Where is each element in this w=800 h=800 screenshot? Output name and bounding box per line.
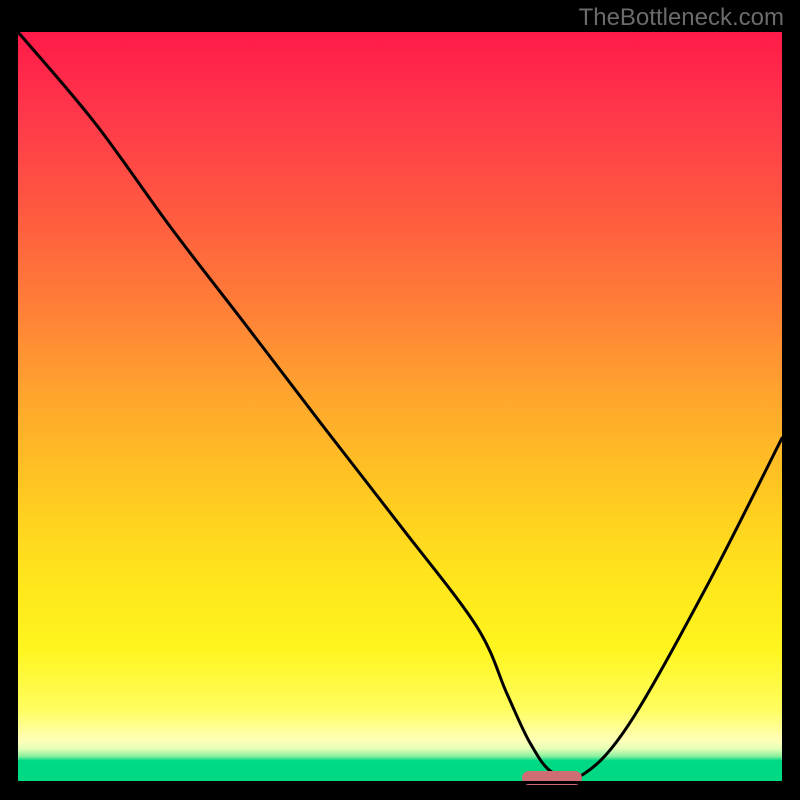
plot-gradient-background xyxy=(18,32,782,784)
bottleneck-chart: TheBottleneck.com xyxy=(0,0,800,800)
watermark-text: TheBottleneck.com xyxy=(579,4,784,32)
x-axis-baseline xyxy=(18,781,782,784)
